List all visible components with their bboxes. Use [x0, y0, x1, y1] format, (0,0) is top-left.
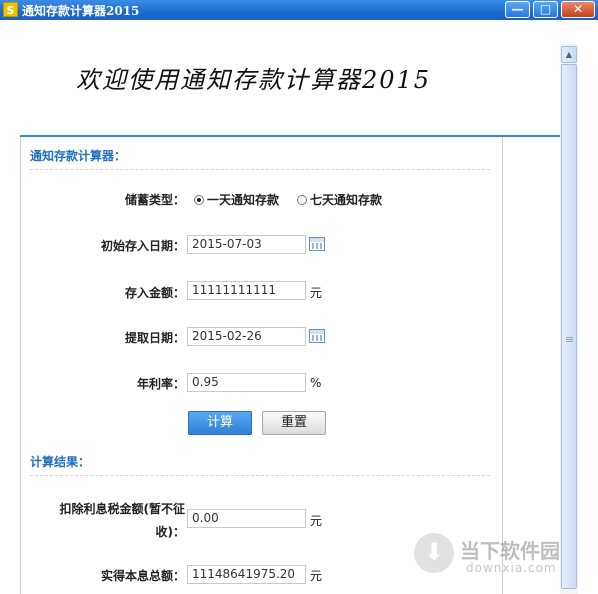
- radio-one-day[interactable]: [194, 195, 204, 205]
- rate-input[interactable]: 0.95: [187, 373, 306, 392]
- start-date-label: 初始存入日期：: [100, 239, 185, 253]
- savings-type-label: 储蓄类型：: [124, 193, 185, 207]
- close-button[interactable]: ✕: [561, 1, 595, 18]
- calculator-section-title: 通知存款计算器：: [30, 149, 127, 163]
- radio-seven-day[interactable]: [297, 195, 307, 205]
- download-arrow-icon: ⬇: [414, 533, 454, 573]
- results-section-title: 计算结果：: [30, 455, 91, 469]
- app-icon: S: [3, 2, 18, 17]
- window-title: 通知存款计算器2015: [22, 4, 140, 18]
- interest-after-tax-label: 扣除利息税金额(暂不征: [59, 502, 186, 516]
- rate-unit: %: [310, 376, 322, 390]
- total-unit: 元: [310, 569, 323, 583]
- interest-after-tax-label-cont: 收)：: [155, 525, 186, 539]
- section-divider: [30, 169, 490, 170]
- withdraw-date-label: 提取日期：: [124, 331, 185, 345]
- amount-input[interactable]: 11111111111: [187, 281, 306, 300]
- rate-label: 年利率：: [136, 377, 185, 391]
- interest-after-tax-output[interactable]: 0.00: [187, 509, 306, 528]
- total-label: 实得本息总额：: [100, 569, 185, 583]
- reset-button[interactable]: 重置: [262, 411, 326, 435]
- scroll-thumb[interactable]: [561, 64, 577, 589]
- calculate-button[interactable]: 计算: [188, 411, 252, 435]
- scroll-up-arrow[interactable]: ▲: [561, 46, 577, 63]
- amount-unit: 元: [310, 286, 323, 300]
- watermark-name: 当下软件园: [460, 539, 560, 563]
- vertical-scrollbar[interactable]: ▲: [560, 44, 578, 594]
- welcome-banner: 欢迎使用通知存款计算器2015: [76, 66, 432, 94]
- window-edge: [578, 20, 598, 594]
- radio-one-day-label[interactable]: 一天通知存款: [207, 191, 279, 208]
- maximize-button[interactable]: □: [533, 1, 558, 18]
- amount-label: 存入金额：: [124, 286, 185, 300]
- calendar-icon[interactable]: [309, 329, 325, 343]
- interest-after-tax-unit: 元: [310, 514, 323, 528]
- withdraw-date-input[interactable]: 2015-02-26: [187, 327, 306, 346]
- calendar-icon[interactable]: [309, 237, 325, 251]
- minimize-button[interactable]: —: [505, 1, 530, 18]
- radio-seven-day-label[interactable]: 七天通知存款: [310, 191, 382, 208]
- scroll-grip-icon: [566, 337, 573, 343]
- total-output[interactable]: 11148641975.20: [187, 565, 306, 584]
- section-divider: [30, 475, 490, 476]
- title-bar: S 通知存款计算器2015 — □ ✕: [0, 0, 598, 20]
- watermark-url: downxia.com: [466, 561, 557, 575]
- start-date-input[interactable]: 2015-07-03: [187, 235, 306, 254]
